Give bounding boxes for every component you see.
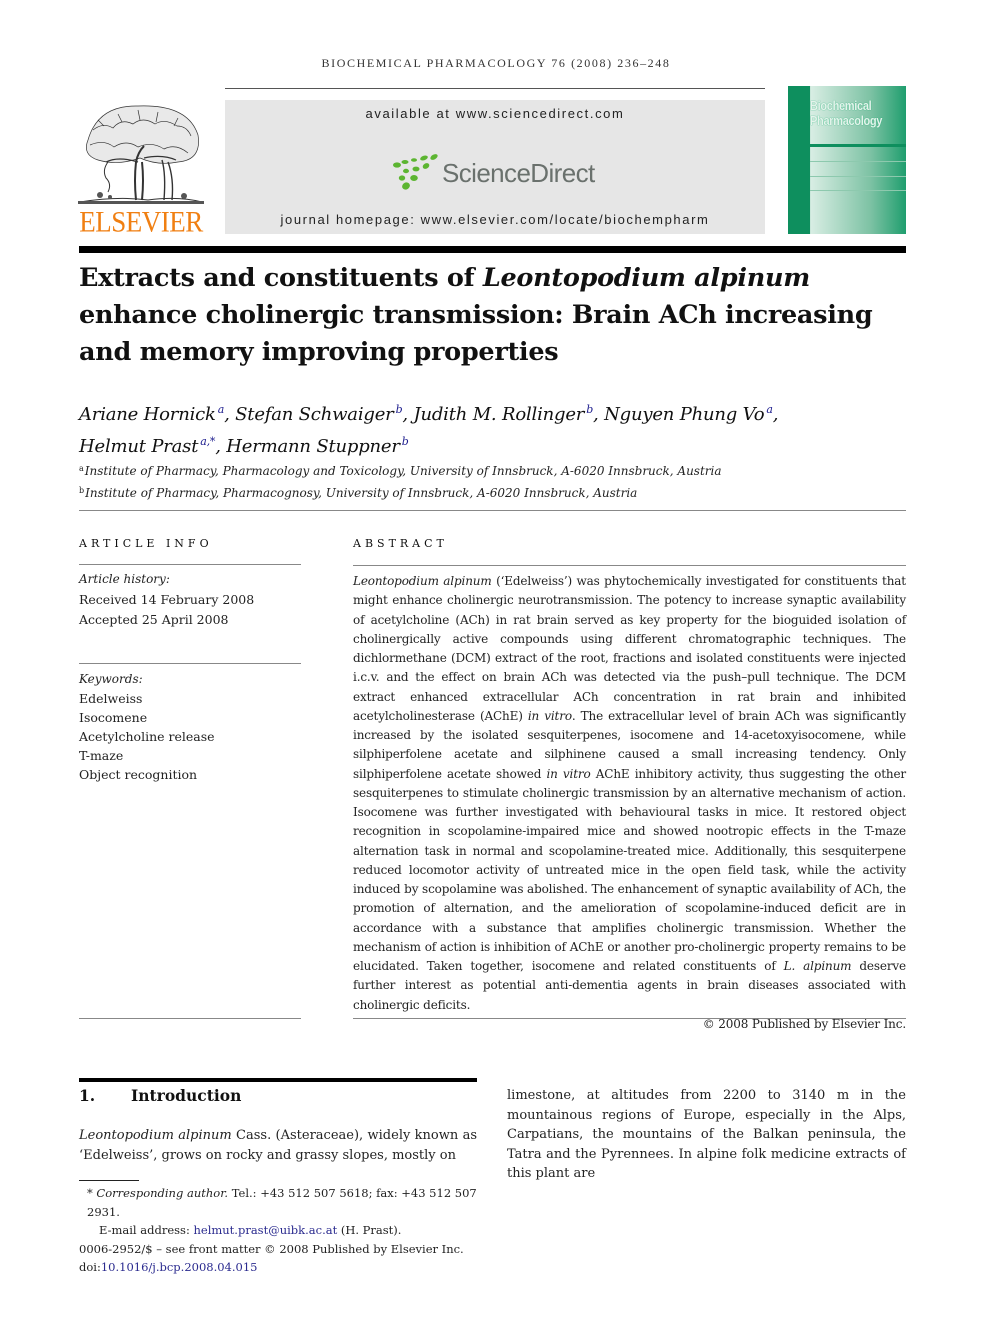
section-number: 1.	[79, 1086, 96, 1105]
affiliation-key: a	[79, 464, 84, 473]
title-text: enhance cholinergic transmission: Brain …	[79, 300, 873, 367]
affiliation-marker[interactable]: a	[218, 403, 225, 416]
sciencedirect-logo[interactable]: ScienceDirect	[390, 152, 600, 194]
affiliation-text: Institute of Pharmacy, Pharmacology and …	[84, 464, 722, 478]
keywords-rule	[79, 663, 301, 664]
email-line: E-mail address: helmut.prast@uibk.ac.at …	[79, 1221, 509, 1240]
introduction-heading: 1. Introduction	[79, 1086, 241, 1105]
author[interactable]: Helmut Prast a,*	[79, 435, 215, 457]
elsevier-tree-icon	[78, 105, 204, 204]
affiliations: aInstitute of Pharmacy, Pharmacology and…	[79, 459, 919, 503]
cover-title-line2: Pharmacology	[810, 113, 883, 128]
article-info-bottom-rule	[79, 1018, 301, 1019]
cover-sidebar	[788, 86, 810, 234]
affiliation-marker[interactable]: b	[402, 435, 409, 448]
cover-line	[810, 176, 906, 177]
cover-title: Biochemical Pharmacology	[810, 98, 882, 128]
elsevier-wordmark: ELSEVIER	[79, 205, 203, 239]
cover-stripe	[810, 144, 906, 147]
author-name: Hermann Stuppner	[226, 436, 400, 457]
abstract-segment: AChE inhibitory activity, thus suggestin…	[353, 766, 907, 974]
affiliation-text: Institute of Pharmacy, Pharmacognosy, Un…	[85, 486, 638, 500]
section-title: Introduction	[131, 1086, 242, 1105]
journal-cover[interactable]: Biochemical Pharmacology	[788, 86, 906, 234]
abstract-italic: in vitro	[546, 766, 591, 781]
header-rule	[225, 88, 765, 89]
sciencedirect-wordmark: ScienceDirect	[442, 158, 595, 188]
introduction-text-right: limestone, at altitudes from 2200 to 314…	[507, 1088, 906, 1181]
article-info: ARTICLE INFO Article history: Received 1…	[79, 537, 301, 784]
abstract-text: Leontopodium alpinum (‘Edelweiss’) was p…	[353, 572, 906, 1015]
keyword: T-maze	[79, 748, 124, 763]
email-link[interactable]: helmut.prast@uibk.ac.at	[193, 1223, 337, 1237]
journal-homepage-link[interactable]: journal homepage: www.elsevier.com/locat…	[225, 212, 765, 227]
author[interactable]: Ariane Hornick a	[79, 403, 225, 425]
email-label: E-mail address:	[99, 1223, 194, 1237]
keywords-label: Keywords:	[79, 672, 143, 686]
author[interactable]: Nguyen Phung Vo a	[604, 403, 773, 425]
author[interactable]: Judith M. Rollinger b	[413, 403, 593, 425]
doi-label: doi:	[79, 1260, 101, 1274]
species-name: Leontopodium alpinum	[79, 1128, 232, 1143]
affiliation-marker[interactable]: b	[586, 403, 593, 416]
article-info-rule	[79, 564, 301, 565]
footnote-rule	[79, 1180, 139, 1181]
doi-link[interactable]: 10.1016/j.bcp.2008.04.015	[101, 1260, 258, 1274]
cover-line	[810, 161, 906, 162]
article-info-heading: ARTICLE INFO	[79, 537, 213, 550]
received-date: Received 14 February 2008	[79, 592, 255, 607]
abstract-body: Leontopodium alpinum (‘Edelweiss’) was p…	[353, 572, 906, 1034]
affiliation-marker[interactable]: a,*	[200, 435, 215, 448]
cover-line	[810, 190, 906, 191]
author-name: Nguyen Phung Vo	[604, 404, 765, 425]
section-divider	[79, 510, 906, 511]
abstract-italic: L. alpinum	[783, 959, 852, 973]
abstract-italic: in vitro	[527, 708, 572, 723]
title-text: Extracts and constituents of	[79, 263, 483, 293]
history-label: Article history:	[79, 572, 170, 586]
corresponding-author-note: * Corresponding author. Tel.: +43 512 50…	[79, 1184, 509, 1221]
keyword: Edelweiss	[79, 691, 143, 706]
doi-line: doi:10.1016/j.bcp.2008.04.015	[79, 1258, 509, 1277]
sciencedirect-dots-icon	[393, 154, 438, 190]
affiliation: bInstitute of Pharmacy, Pharmacognosy, U…	[79, 481, 919, 503]
cover-title-line1: Biochemical	[810, 98, 872, 113]
introduction-rule	[79, 1078, 477, 1082]
abstract-italic: Leontopodium alpinum	[353, 574, 492, 588]
affiliation-key: b	[79, 486, 85, 495]
elsevier-logo[interactable]: ELSEVIER	[78, 100, 204, 239]
author[interactable]: Hermann Stuppner b	[226, 435, 409, 457]
article-title: Extracts and constituents of Leontopodiu…	[79, 260, 919, 371]
email-suffix: (H. Prast).	[337, 1223, 402, 1237]
accepted-date: Accepted 25 April 2008	[79, 612, 229, 627]
affiliation-marker[interactable]: a	[766, 403, 773, 416]
abstract-heading: ABSTRACT	[353, 537, 448, 550]
issn-line: 0006-2952/$ – see front matter © 2008 Pu…	[79, 1241, 464, 1256]
introduction-text-left: Leontopodium alpinum Cass. (Asteraceae),…	[79, 1126, 477, 1165]
abstract-bottom-rule	[353, 1018, 906, 1019]
abstract-segment: (‘Edelweiss’) was phytochemically invest…	[353, 574, 906, 723]
author-list: Ariane Hornick a, Stefan Schwaiger b, Judi…	[79, 403, 779, 457]
footnotes: * Corresponding author. Tel.: +43 512 50…	[79, 1184, 509, 1277]
keyword: Isocomene	[79, 710, 148, 725]
running-head: BIOCHEMICAL PHARMACOLOGY 76 (2008) 236–2…	[321, 56, 671, 70]
author-name: Judith M. Rollinger	[413, 404, 585, 425]
affiliation: aInstitute of Pharmacy, Pharmacology and…	[79, 459, 919, 481]
author-name: Helmut Prast	[79, 436, 199, 457]
keyword: Acetylcholine release	[79, 729, 215, 744]
affiliation-marker[interactable]: b	[396, 403, 403, 416]
footnote-marker: *	[87, 1186, 93, 1200]
sciencedirect-banner: available at www.sciencedirect.com Scien…	[225, 100, 765, 234]
author-name: Stefan Schwaiger	[235, 404, 394, 425]
author-name: Ariane Hornick	[79, 404, 216, 425]
author[interactable]: Stefan Schwaiger b	[235, 403, 403, 425]
masthead-rule	[79, 246, 906, 253]
title-species: Leontopodium alpinum	[482, 263, 810, 293]
keyword: Object recognition	[79, 767, 198, 782]
corresponding-label: Corresponding author.	[96, 1186, 229, 1200]
abstract-rule	[353, 565, 906, 566]
available-at-link[interactable]: available at www.sciencedirect.com	[225, 106, 765, 121]
